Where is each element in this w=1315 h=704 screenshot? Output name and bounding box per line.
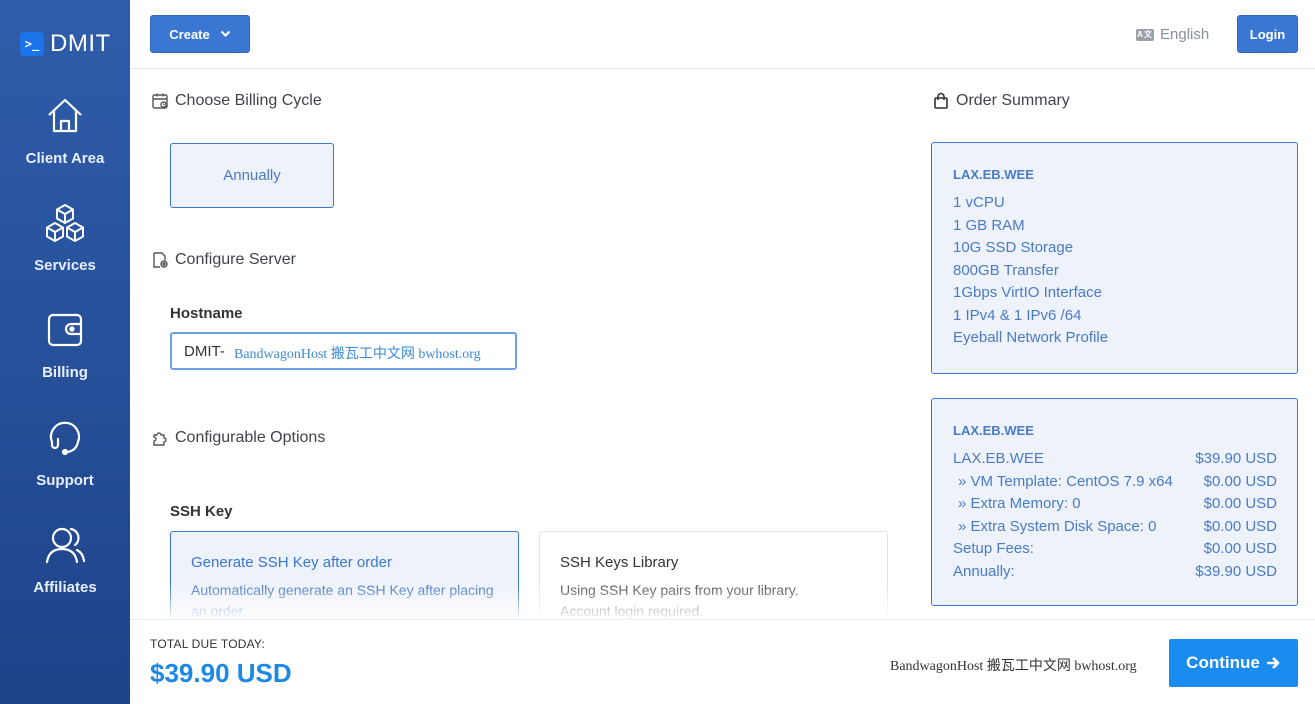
login-button[interactable]: Login (1237, 15, 1298, 53)
continue-button[interactable]: Continue (1169, 639, 1298, 687)
ssh-key-label: SSH Key (170, 503, 233, 520)
hostname-label: Hostname (170, 305, 243, 322)
sidebar-item-support[interactable]: Support (0, 418, 130, 489)
ssh-option-library[interactable]: SSH Keys Library Using SSH Key pairs fro… (539, 531, 888, 631)
ssh-option-desc-line-1: Automatically generate an SSH Key after … (191, 582, 494, 598)
brand-logo[interactable]: >_ DMIT (20, 30, 111, 58)
spec-line: 1 IPv4 & 1 IPv6 /64 (953, 306, 1082, 324)
billing-cycle-title: Choose Billing Cycle (175, 92, 322, 109)
brand-name: DMIT (50, 30, 111, 57)
total-due-amount: $39.90 USD (150, 658, 292, 688)
puzzle-icon (153, 432, 167, 446)
home-icon (48, 98, 82, 133)
price-row: » Extra Memory: 0 $0.00 USD (953, 493, 1277, 516)
price-value: $39.90 USD (1195, 562, 1277, 580)
ssh-option-title: SSH Keys Library (560, 554, 679, 571)
watermark-text: BandwagonHost 搬瓦工中文网 bwhost.org (234, 347, 481, 362)
price-label: » Extra System Disk Space: 0 (958, 517, 1157, 535)
price-row: Setup Fees: $0.00 USD (953, 538, 1277, 561)
spec-line: 1 vCPU (953, 194, 1005, 211)
create-button-label: Create (169, 26, 210, 42)
configurable-options-title: Configurable Options (175, 429, 326, 446)
configure-server-heading: Configure Server (151, 251, 296, 269)
sidebar-item-label: Billing (42, 364, 88, 381)
configure-server-title: Configure Server (175, 251, 296, 268)
spec-line: 10G SSD Storage (953, 239, 1074, 256)
spec-line: 1Gbps VirtIO Interface (953, 284, 1102, 301)
ssh-option-title: Generate SSH Key after order (191, 554, 392, 571)
sidebar-item-affiliates[interactable]: Affiliates (0, 525, 130, 596)
wallet-icon (47, 313, 83, 347)
ssh-option-generate[interactable]: Generate SSH Key after order Automatical… (170, 531, 519, 631)
price-value: $0.00 USD (1203, 517, 1277, 535)
chevron-down-icon (220, 30, 231, 38)
spec-line: 1 GB RAM (953, 216, 1025, 234)
shopping-bag-icon (934, 92, 948, 109)
arrow-right-icon (1266, 657, 1280, 669)
calendar-icon (152, 93, 168, 109)
create-button[interactable]: Create (150, 15, 250, 53)
price-label: » Extra Memory: 0 (958, 495, 1081, 512)
billing-option-annually[interactable]: Annually (170, 143, 334, 208)
price-label: » VM Template: CentOS 7.9 x64 (958, 472, 1173, 490)
price-breakdown-box: LAX.EB.WEE LAX.EB.WEE $39.90 USD » VM Te… (931, 398, 1298, 606)
sidebar-item-label: Support (36, 472, 94, 489)
price-label: Annually: (953, 562, 1015, 580)
sidebar-item-label: Client Area (25, 150, 105, 167)
cubes-icon (46, 204, 84, 242)
price-label: Setup Fees: (953, 540, 1034, 557)
price-label: LAX.EB.WEE (953, 450, 1044, 467)
checkout-footer: TOTAL DUE TODAY: $39.90 USD BandwagonHos… (130, 619, 1315, 704)
total-due-label: TOTAL DUE TODAY: (150, 637, 266, 651)
price-value: $0.00 USD (1203, 472, 1277, 490)
price-row: » VM Template: CentOS 7.9 x64 $0.00 USD (953, 471, 1277, 494)
translate-icon: A文 (1136, 28, 1154, 41)
ssh-option-desc-line-1: Using SSH Key pairs from your library. (560, 582, 799, 598)
headset-icon (49, 421, 81, 456)
spec-line: 800GB Transfer (953, 261, 1059, 279)
sidebar-item-label: Services (34, 257, 96, 274)
price-plan-name: LAX.EB.WEE (953, 423, 1034, 438)
price-row: Annually: $39.90 USD (953, 561, 1277, 584)
sidebar: >_ DMIT Client Area Services Billing Sup… (0, 0, 130, 704)
language-selector[interactable]: A文 English (1136, 26, 1209, 43)
spec-line: Eyeball Network Profile (953, 329, 1109, 346)
sidebar-item-billing[interactable]: Billing (0, 310, 130, 381)
language-label: English (1160, 26, 1210, 43)
server-settings-icon (153, 252, 168, 268)
price-value: $0.00 USD (1203, 540, 1277, 557)
order-summary-title: Order Summary (956, 92, 1070, 109)
billing-cycle-heading: Choose Billing Cycle (151, 92, 322, 110)
price-row: » Extra System Disk Space: 0 $0.00 USD (953, 516, 1277, 539)
plan-name: LAX.EB.WEE (953, 167, 1034, 182)
plan-spec-box: LAX.EB.WEE 1 vCPU 1 GB RAM 10G SSD Stora… (931, 142, 1298, 374)
sidebar-item-services[interactable]: Services (0, 203, 130, 274)
top-bar: Create A文 English Login (130, 0, 1315, 69)
price-row: LAX.EB.WEE $39.90 USD (953, 448, 1277, 471)
price-value: $39.90 USD (1195, 450, 1277, 467)
price-value: $0.00 USD (1203, 495, 1277, 512)
order-summary-heading: Order Summary (932, 92, 1070, 110)
configurable-options-heading: Configurable Options (151, 429, 325, 447)
users-icon (45, 527, 85, 564)
continue-button-label: Continue (1186, 653, 1260, 672)
watermark-text: BandwagonHost 搬瓦工中文网 bwhost.org (890, 659, 1137, 674)
sidebar-item-client-area[interactable]: Client Area (0, 96, 130, 167)
terminal-icon: >_ (20, 32, 44, 56)
sidebar-item-label: Affiliates (33, 579, 97, 596)
